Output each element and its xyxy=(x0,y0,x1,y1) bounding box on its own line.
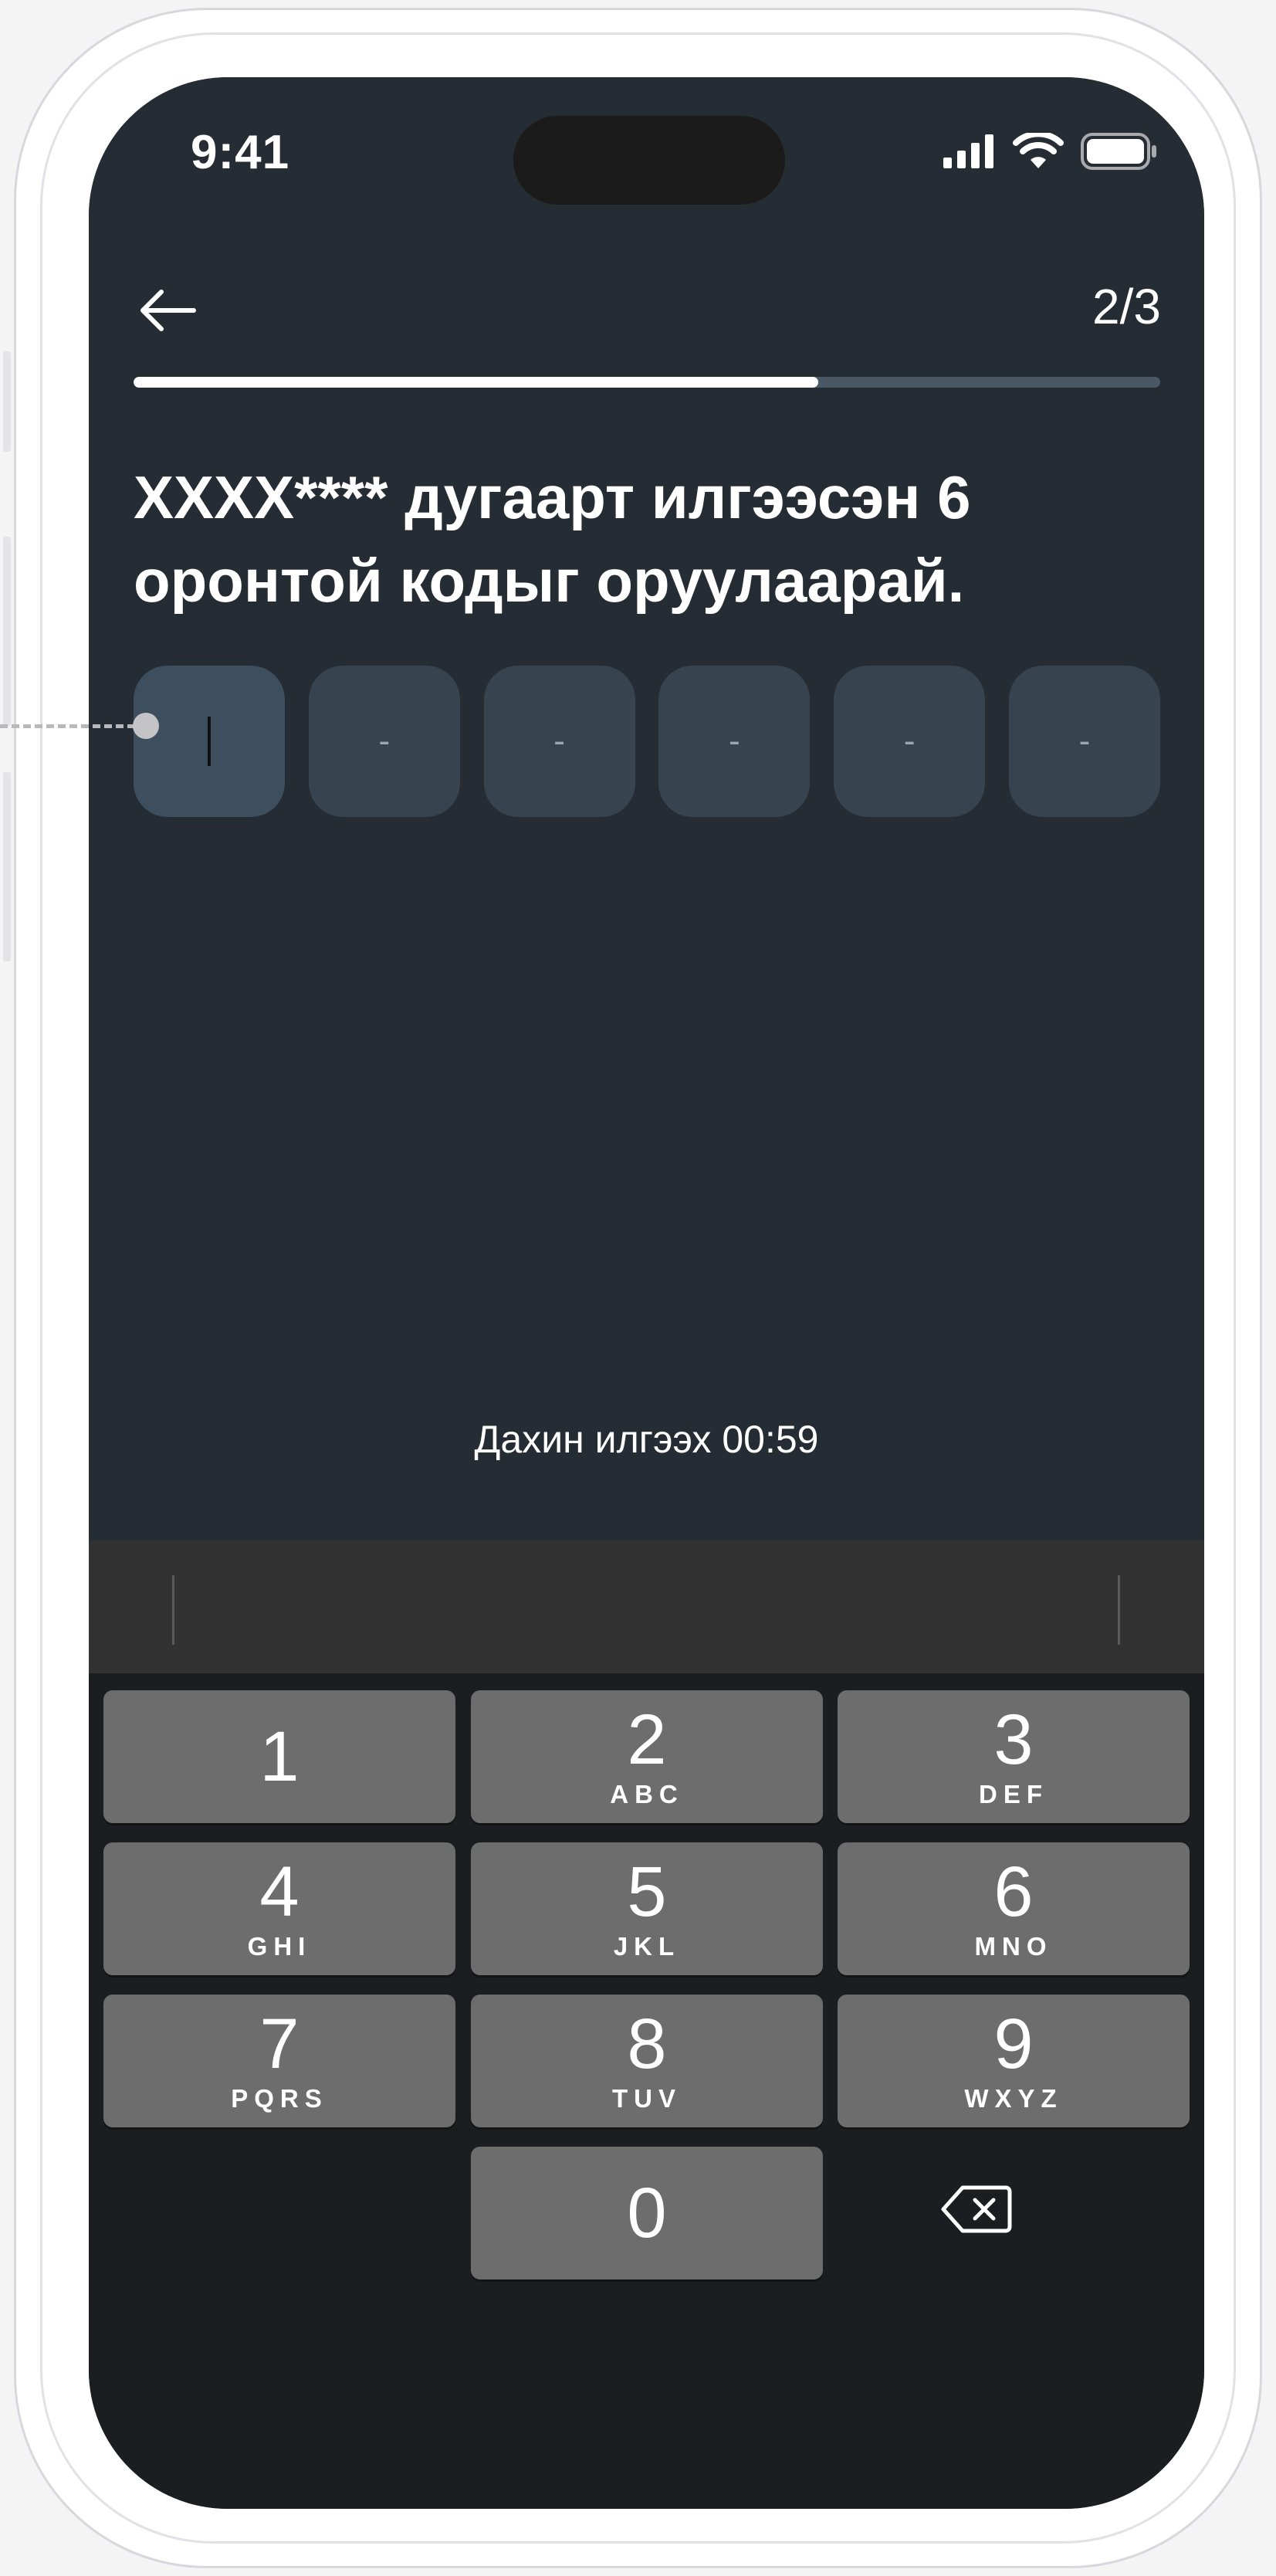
key-0[interactable]: 0 xyxy=(471,2147,823,2279)
phone-screen: 9:41 2/3 XXXX**** дугаарт илгээсэн 6 оро… xyxy=(89,77,1204,2509)
status-time: 9:41 xyxy=(191,126,290,179)
otp-digit-5[interactable]: - xyxy=(834,666,986,817)
step-counter: 2/3 xyxy=(1092,279,1161,334)
key-9[interactable]: 9 WXYZ xyxy=(838,1995,1190,2127)
divider xyxy=(1118,1575,1120,1645)
progress-bar xyxy=(134,377,1160,388)
backspace-icon xyxy=(941,2185,1012,2233)
key-7[interactable]: 7 PQRS xyxy=(103,1995,455,2127)
otp-digit-3[interactable]: - xyxy=(483,666,635,817)
status-icons xyxy=(943,130,1158,174)
side-button-volume-up xyxy=(3,537,11,726)
otp-digit-1[interactable] xyxy=(134,666,285,817)
key-1[interactable]: 1 xyxy=(103,1690,455,1823)
key-3[interactable]: 3 DEF xyxy=(838,1690,1190,1823)
key-5[interactable]: 5 JKL xyxy=(471,1842,823,1975)
delete-key[interactable] xyxy=(899,2143,1054,2276)
key-4[interactable]: 4 GHI xyxy=(103,1842,455,1975)
key-2[interactable]: 2 ABC xyxy=(471,1690,823,1823)
side-button-volume-down xyxy=(3,772,11,961)
page-title: XXXX**** дугаарт илгээсэн 6 оронтой коды… xyxy=(134,463,971,615)
annotation-leader-line xyxy=(0,724,147,728)
key-6[interactable]: 6 MNO xyxy=(838,1842,1190,1975)
wifi-icon xyxy=(1013,130,1064,174)
key-8[interactable]: 8 TUV xyxy=(471,1995,823,2127)
resend-code-link[interactable]: Дахин илгээх 00:59 xyxy=(89,1417,1204,1462)
otp-digit-4[interactable]: - xyxy=(658,666,811,817)
back-button[interactable] xyxy=(137,280,198,341)
otp-digit-2[interactable]: - xyxy=(308,666,460,817)
progress-bar-fill xyxy=(134,377,819,388)
arrow-left-icon xyxy=(140,290,196,331)
battery-icon xyxy=(1081,133,1158,174)
annotation-dot xyxy=(133,713,159,739)
side-button-action xyxy=(3,351,11,452)
cellular-signal-icon xyxy=(943,134,996,172)
dynamic-island xyxy=(513,116,785,205)
text-cursor xyxy=(208,717,211,766)
otp-input-group: - - - - - xyxy=(134,666,1160,817)
divider xyxy=(172,1575,174,1645)
keyboard-accessory-bar xyxy=(89,1541,1204,1673)
otp-digit-6[interactable]: - xyxy=(1008,666,1160,817)
numeric-keypad: 1 2 ABC 3 DEF 4 GHI 5 JKL 6 MNO 7 PQRS 8… xyxy=(89,1673,1204,2509)
